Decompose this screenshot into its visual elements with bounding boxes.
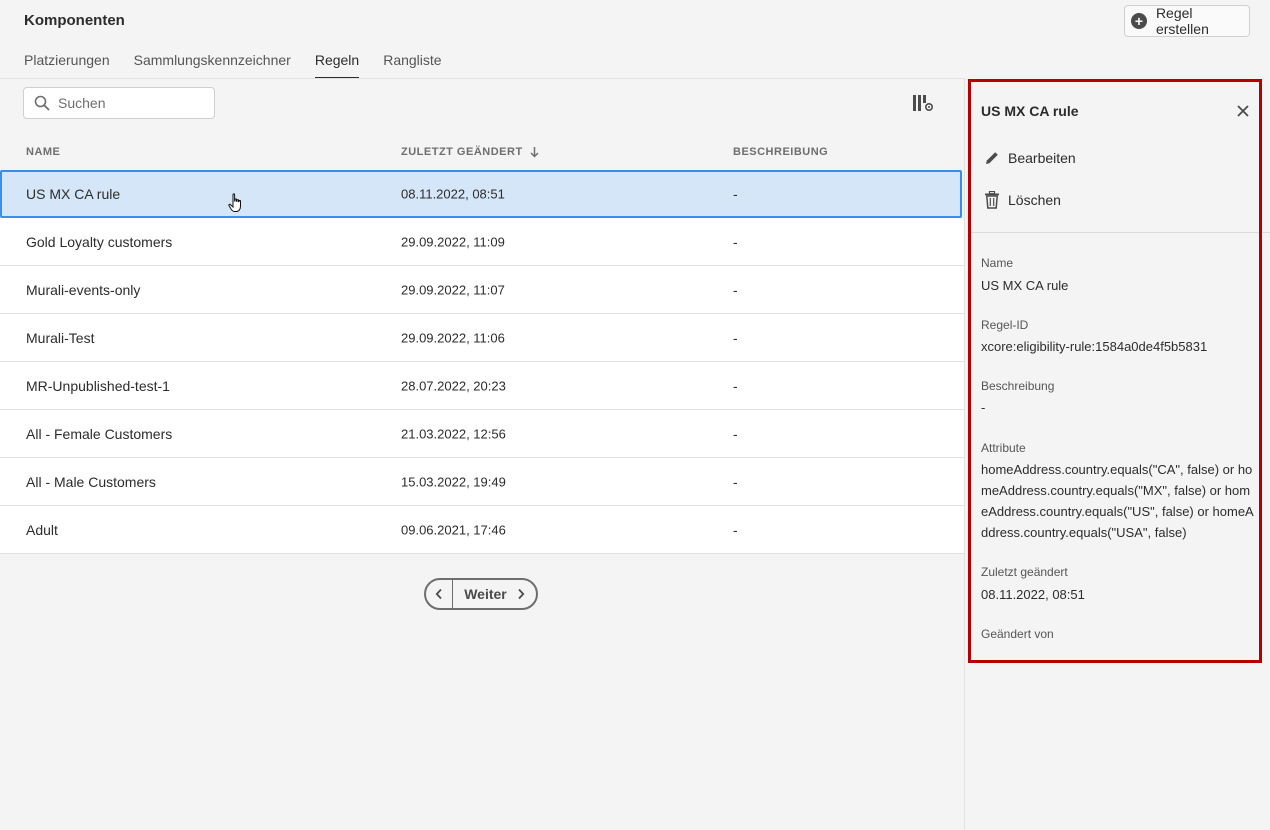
column-header-modified[interactable]: ZULETZT GEÄNDERT [401,146,539,158]
row-name: All - Male Customers [26,473,156,490]
tab-placements[interactable]: Platzierungen [24,52,110,79]
search-box[interactable] [23,87,215,119]
table-row[interactable]: Adult 09.06.2021, 17:46 - [0,506,964,554]
name-value: US MX CA rule [981,278,1069,293]
page-title: Komponenten [24,12,125,29]
row-description: - [733,186,738,202]
tabs-divider [0,78,964,79]
edit-button[interactable]: Bearbeiten [984,150,1076,166]
row-modified: 29.09.2022, 11:07 [401,282,505,297]
delete-label: Löschen [1008,192,1061,208]
attributes-label: Attribute [981,441,1026,455]
row-description: - [733,329,738,346]
description-value: - [981,400,986,415]
chevron-left-icon [435,588,442,600]
panel-title: US MX CA rule [981,103,1079,119]
row-name: Murali-events-only [26,281,141,298]
create-rule-label: Regel erstellen [1155,5,1209,37]
row-name: US MX CA rule [26,186,121,202]
table-row[interactable]: Murali-events-only 29.09.2022, 11:07 - [0,266,964,314]
row-name: Gold Loyalty customers [26,233,173,250]
name-label: Name [981,256,1014,270]
edit-label: Bearbeiten [1008,150,1076,166]
table-row[interactable]: MR-Unpublished-test-1 28.07.2022, 20:23 … [0,362,964,410]
row-name: Murali-Test [26,329,95,346]
tab-collection-qualifiers[interactable]: Sammlungskennzeichner [134,52,291,79]
rule-id-label: Regel-ID [981,318,1029,332]
tab-rules[interactable]: Regeln [314,52,360,79]
rule-id-value: xcore:eligibility-rule:1584a0de4f5b5831 [981,339,1208,354]
pencil-icon [986,152,998,164]
panel-divider [968,232,1270,233]
description-label: Beschreibung [981,379,1055,393]
next-page-label: Weiter [464,586,507,602]
row-modified: 09.06.2021, 17:46 [401,522,506,537]
table-row[interactable]: All - Male Customers 15.03.2022, 19:49 - [0,458,964,506]
table-row[interactable]: Murali-Test 29.09.2022, 11:06 - [0,314,964,362]
row-description: - [733,281,738,298]
last-modified-label: Zuletzt geändert [981,565,1068,579]
row-name: Adult [26,521,58,538]
chevron-right-icon [518,588,525,600]
table-header: NAME ZULETZT GEÄNDERT BESCHREIBUNG [0,140,964,164]
table-row[interactable]: Gold Loyalty customers 29.09.2022, 11:09… [0,218,964,266]
hand-cursor-icon [228,193,241,212]
search-input[interactable] [58,95,198,111]
search-icon [34,95,50,111]
column-settings-icon[interactable] [912,94,934,112]
row-name: All - Female Customers [26,425,173,442]
rules-table: US MX CA rule 08.11.2022, 08:51 - Gold L… [0,170,964,554]
tab-ranking[interactable]: Rangliste [383,52,441,79]
row-description: - [733,377,738,394]
row-modified: 28.07.2022, 20:23 [401,378,506,393]
row-name: MR-Unpublished-test-1 [26,377,170,394]
row-modified: 08.11.2022, 08:51 [401,186,505,202]
column-header-description[interactable]: BESCHREIBUNG [733,146,828,158]
row-description: - [733,233,738,250]
close-icon[interactable] [1236,104,1250,118]
column-header-name[interactable]: NAME [26,146,60,158]
changed-by-label: Geändert von [981,627,1054,641]
add-icon: + [1131,13,1147,29]
row-modified: 29.09.2022, 11:09 [401,234,505,249]
row-modified: 29.09.2022, 11:06 [401,330,505,345]
next-page-button[interactable]: Weiter [453,586,536,602]
table-row[interactable]: All - Female Customers 21.03.2022, 12:56… [0,410,964,458]
delete-button[interactable]: Löschen [984,191,1061,209]
tab-bar: Platzierungen Sammlungskennzeichner Rege… [24,52,442,79]
row-description: - [733,521,738,538]
row-description: - [733,425,738,442]
trash-icon [985,191,999,209]
pagination: Weiter [424,578,538,610]
row-description: - [733,473,738,490]
previous-page-button[interactable] [426,580,453,608]
row-modified: 15.03.2022, 19:49 [401,474,506,489]
attributes-value: homeAddress.country.equals("CA", false) … [981,462,1254,540]
create-rule-button[interactable]: + Regel erstellen [1124,5,1250,37]
last-modified-value: 08.11.2022, 08:51 [981,587,1085,602]
column-header-modified-label: ZULETZT GEÄNDERT [401,146,523,158]
sort-descending-icon [530,147,539,158]
table-row[interactable]: US MX CA rule 08.11.2022, 08:51 - [0,170,962,218]
row-modified: 21.03.2022, 12:56 [401,426,506,441]
